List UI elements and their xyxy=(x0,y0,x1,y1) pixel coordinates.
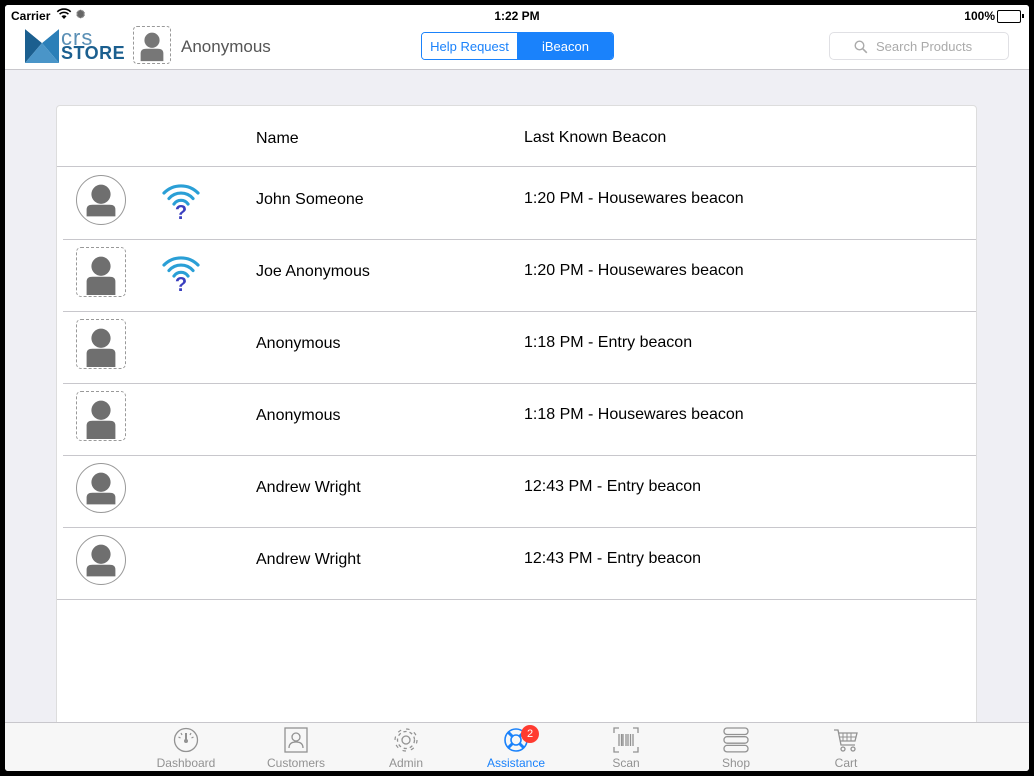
crs-store-logo[interactable]: crs STORE xyxy=(25,25,126,63)
tab-label: Shop xyxy=(721,756,751,770)
stack-icon xyxy=(723,727,749,753)
navigation-bar: crs STORE Anonymous Help Request iBeacon… xyxy=(5,25,1029,70)
last-known-beacon: 1:18 PM - Housewares beacon xyxy=(524,406,744,423)
battery-percent: 100% xyxy=(964,9,995,23)
customer-avatar xyxy=(76,247,126,297)
person-silhouette-icon xyxy=(86,328,116,368)
tab-bar: Dashboard Customers Admin 2 Assistance S… xyxy=(5,722,1029,771)
segment-help-request[interactable]: Help Request xyxy=(422,33,518,59)
tab-label: Assistance xyxy=(486,756,546,770)
status-bar: Carrier ✺ 1:22 PM 100% xyxy=(5,5,1029,25)
customer-avatar xyxy=(76,535,126,585)
logo-mark-icon xyxy=(25,29,59,63)
last-known-beacon: 1:18 PM - Entry beacon xyxy=(524,334,693,351)
person-silhouette-icon xyxy=(86,256,116,296)
last-known-beacon: 12:43 PM - Entry beacon xyxy=(524,550,701,567)
customer-name: Joe Anonymous xyxy=(256,263,370,280)
search-products-field[interactable]: Search Products xyxy=(829,32,1009,60)
customer-name: Andrew Wright xyxy=(256,479,361,496)
cart-icon xyxy=(834,729,858,752)
last-known-beacon: 1:20 PM - Housewares beacon xyxy=(524,190,744,207)
svg-text:?: ? xyxy=(175,274,187,295)
tab-dashboard[interactable]: Dashboard xyxy=(146,723,226,771)
column-header-last-beacon: Last Known Beacon xyxy=(524,129,667,146)
tab-assistance[interactable]: 2 Assistance xyxy=(476,723,556,771)
tab-label: Scan xyxy=(612,756,640,770)
customer-name: Andrew Wright xyxy=(256,551,361,568)
mode-segmented-control: Help Request iBeacon xyxy=(421,32,614,60)
column-header-name: Name xyxy=(256,130,299,147)
tab-customers[interactable]: Customers xyxy=(256,723,336,771)
status-time: 1:22 PM xyxy=(494,9,540,23)
customer-avatar xyxy=(76,463,126,513)
tab-cart[interactable]: Cart xyxy=(806,723,886,771)
table-row[interactable]: Anonymous 1:18 PM - Entry beacon xyxy=(63,311,976,384)
tab-label: Dashboard xyxy=(156,756,216,770)
gauge-icon xyxy=(173,727,199,753)
table-row[interactable]: ? Joe Anonymous 1:20 PM - Housewares bea… xyxy=(63,239,976,312)
assistance-badge: 2 xyxy=(521,725,539,743)
beacon-customer-table: Name Last Known Beacon ? John Someone 1:… xyxy=(56,105,977,745)
user-avatar[interactable] xyxy=(133,26,171,64)
device-screen: Carrier ✺ 1:22 PM 100% crs STORE Anonymo… xyxy=(5,5,1029,771)
tab-scan[interactable]: Scan xyxy=(586,723,666,771)
current-user-name: Anonymous xyxy=(181,37,271,56)
search-icon xyxy=(854,40,868,59)
search-placeholder: Search Products xyxy=(876,39,973,54)
wifi-question-icon: ? xyxy=(161,181,201,224)
gear-icon xyxy=(394,728,418,752)
customer-avatar xyxy=(76,391,126,441)
last-known-beacon: 12:43 PM - Entry beacon xyxy=(524,478,701,495)
customer-avatar xyxy=(76,319,126,369)
person-silhouette-icon xyxy=(86,472,116,505)
person-silhouette-icon xyxy=(86,184,116,217)
last-known-beacon: 1:20 PM - Housewares beacon xyxy=(524,262,744,279)
customer-avatar xyxy=(76,175,126,225)
tab-shop[interactable]: Shop xyxy=(696,723,776,771)
segment-ibeacon[interactable]: iBeacon xyxy=(518,33,613,59)
customer-name: John Someone xyxy=(256,191,364,208)
svg-text:?: ? xyxy=(175,202,187,223)
customer-name: Anonymous xyxy=(256,407,341,424)
person-silhouette-icon xyxy=(86,544,116,577)
tab-label: Cart xyxy=(834,756,858,770)
customer-name: Anonymous xyxy=(256,335,341,352)
table-row[interactable]: ? John Someone 1:20 PM - Housewares beac… xyxy=(63,167,976,240)
tab-label: Customers xyxy=(266,756,325,770)
barcode-icon xyxy=(613,727,639,753)
table-row[interactable]: Anonymous 1:18 PM - Housewares beacon xyxy=(63,383,976,456)
table-row[interactable]: Andrew Wright 12:43 PM - Entry beacon xyxy=(63,455,976,528)
table-header: Name Last Known Beacon xyxy=(57,106,976,167)
contacts-icon xyxy=(284,727,308,753)
wifi-question-icon: ? xyxy=(161,253,201,296)
tab-admin[interactable]: Admin xyxy=(366,723,446,771)
person-silhouette-icon xyxy=(140,32,164,62)
tab-label: Admin xyxy=(388,756,423,770)
battery-icon xyxy=(997,10,1024,23)
person-silhouette-icon xyxy=(86,400,116,440)
table-row[interactable]: Andrew Wright 12:43 PM - Entry beacon xyxy=(57,527,976,600)
logo-text-bottom: STORE xyxy=(61,43,126,63)
